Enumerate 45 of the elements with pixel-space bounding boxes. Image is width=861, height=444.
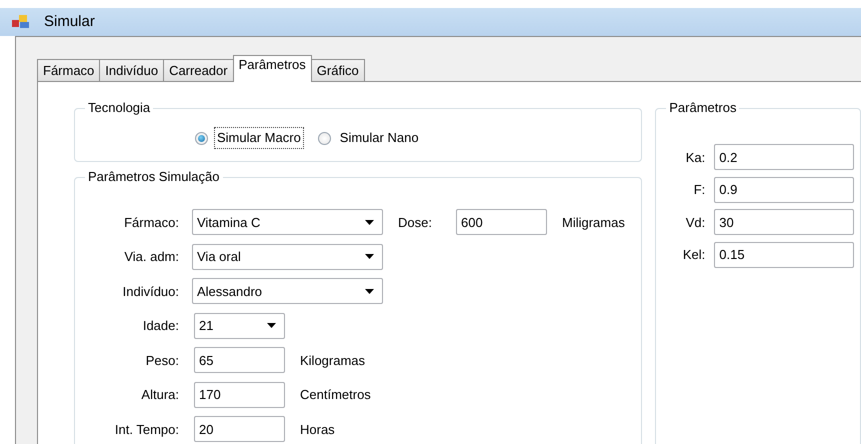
dropdown[interactable]: Vitamina C [192,209,383,236]
field-label: Vd: [684,214,706,232]
field-label: Kel: [682,246,706,264]
tab[interactable]: Parâmetros [232,55,312,82]
unit-label: Kilogramas [300,352,366,370]
field-label: Via. adm: [123,248,179,266]
dropdown[interactable]: 21 [194,312,285,339]
radio-button[interactable] [318,132,331,144]
field-label: Altura: [140,386,179,404]
text-field[interactable]: 0.2 [714,144,854,170]
dropdown[interactable]: Via oral [192,244,383,270]
app-icon [12,15,30,29]
field-label: F: [692,181,706,199]
field-label: Int. Tempo: [114,420,179,439]
field-label: Ka: [684,148,706,166]
group-title: Tecnologia [85,100,154,116]
field-label: Dose: [398,214,433,232]
radio-label[interactable]: Simular Macro [214,127,304,149]
group-title: Parâmetros Simulação [85,169,222,185]
dropdown[interactable]: Alessandro [192,278,383,304]
text-field[interactable]: 0.15 [714,242,854,268]
unit-label: Miligramas [562,214,625,232]
dropdown-arrow-icon [365,220,374,225]
tab[interactable]: Fármaco [37,59,100,81]
radio-label[interactable]: Simular Nano [336,127,422,149]
tab[interactable]: Indivíduo [99,59,164,81]
unit-label: Centímetros [300,386,371,404]
field-label: Fármaco: [123,214,179,232]
window-title: Simular [44,12,95,32]
text-field[interactable]: 0.9 [714,176,854,203]
dropdown-arrow-icon [267,323,276,328]
text-field[interactable]: 170 [194,382,285,408]
text-field[interactable]: 30 [714,209,854,236]
text-field[interactable]: 65 [194,347,285,374]
field-label: Indivíduo: [122,282,179,300]
field-label: Idade: [142,317,179,335]
unit-label: Horas [300,420,335,438]
radio-button[interactable] [195,132,208,144]
field-label: Peso: [144,352,179,370]
tab[interactable]: Gráfico [310,59,365,81]
tab[interactable]: Carreador [163,59,234,81]
text-field[interactable]: 600 [456,209,547,236]
text-field[interactable]: 20 [194,416,285,442]
dropdown-arrow-icon [365,254,374,260]
dropdown-arrow-icon [365,288,374,294]
